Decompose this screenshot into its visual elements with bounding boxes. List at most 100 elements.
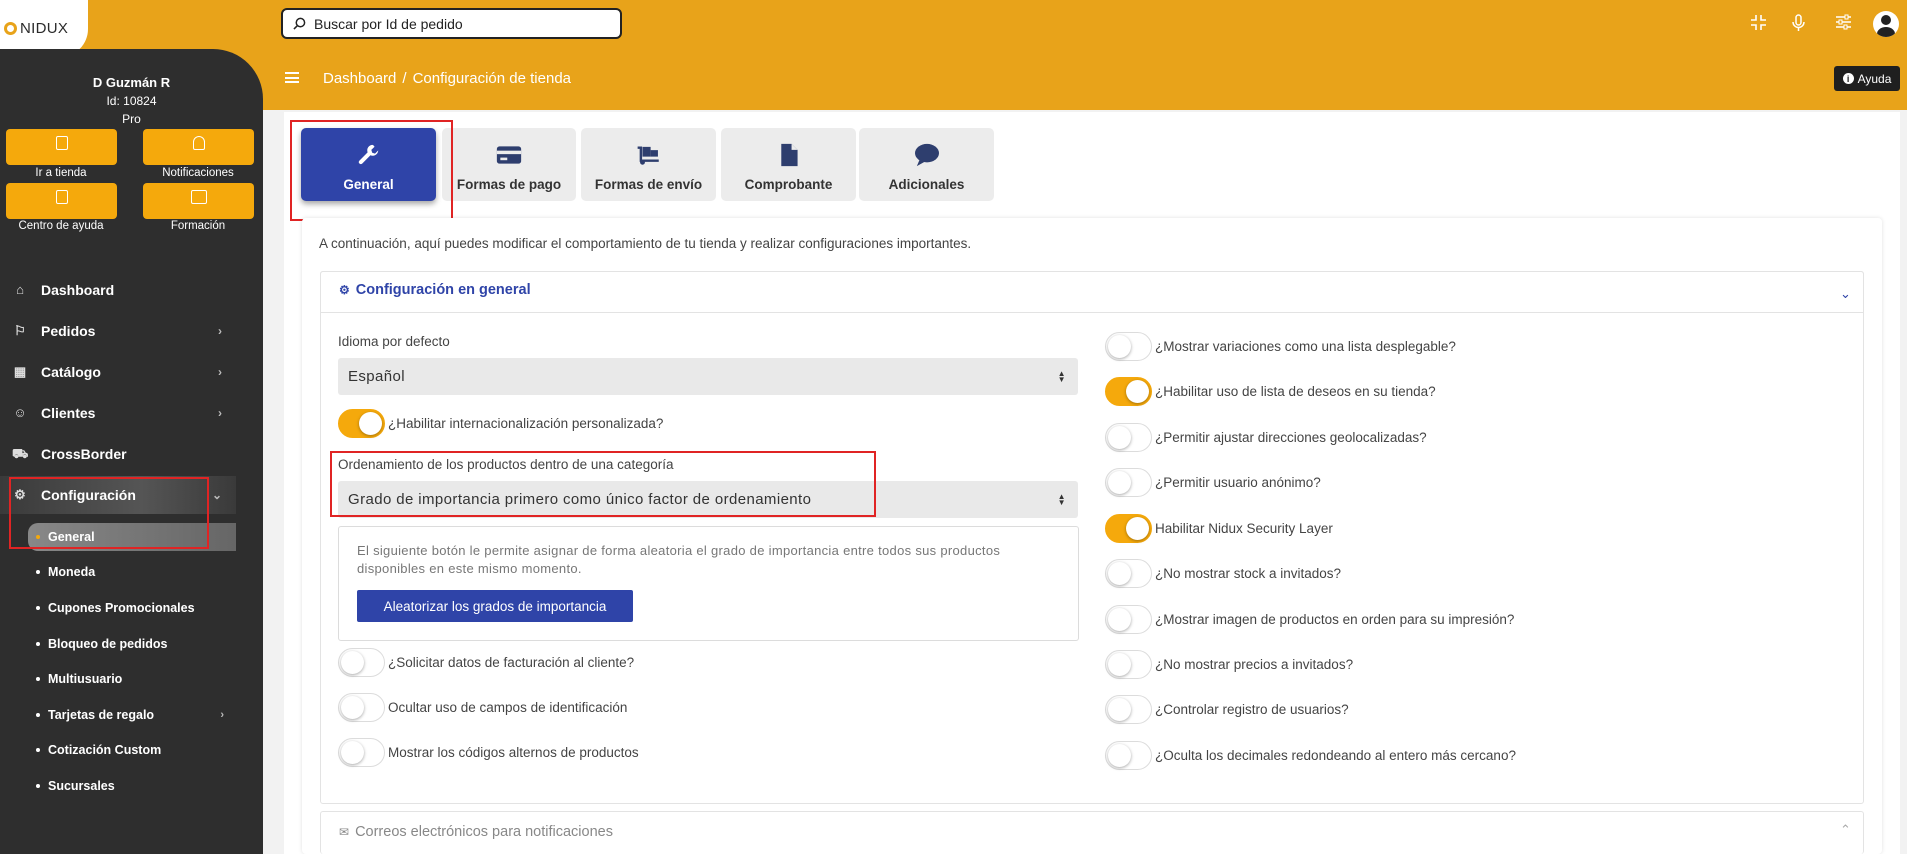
help-center-button[interactable] bbox=[6, 183, 117, 219]
dolly-icon bbox=[637, 146, 659, 165]
logo-text: NIDUX bbox=[20, 20, 69, 37]
toggle-label: ¿Permitir usuario anónimo? bbox=[1155, 475, 1321, 490]
nav-item-pedidos[interactable]: ⚐ Pedidos › bbox=[0, 312, 236, 350]
alt-codes-switch[interactable] bbox=[338, 738, 385, 767]
help-button[interactable]: i Ayuda bbox=[1834, 66, 1900, 91]
tab-formas-de-pago[interactable]: Formas de pago bbox=[442, 128, 576, 201]
id-fields-switch[interactable] bbox=[338, 693, 385, 722]
users-icon: ☺ bbox=[13, 405, 27, 420]
toggle-print-images[interactable]: ¿Mostrar imagen de productos en orden pa… bbox=[1105, 605, 1514, 634]
chevron-right-icon: › bbox=[218, 365, 222, 379]
i18n-switch[interactable] bbox=[338, 409, 385, 438]
user-avatar-icon[interactable] bbox=[1873, 11, 1899, 37]
subnav-item-cupones[interactable]: Cupones Promocionales bbox=[28, 594, 236, 622]
breadcrumb-current: Configuración de tienda bbox=[412, 70, 572, 87]
toggle-geolocation[interactable]: ¿Permitir ajustar direcciones geolocaliz… bbox=[1105, 423, 1427, 452]
subnav-item-moneda[interactable]: Moneda bbox=[28, 558, 236, 586]
notifications-button[interactable] bbox=[143, 129, 254, 165]
toggle-wishlist[interactable]: ¿Habilitar uso de lista de deseos en su … bbox=[1105, 377, 1436, 406]
compress-icon[interactable] bbox=[1750, 14, 1767, 31]
accordion-general-title[interactable]: ⚙ Configuración en general bbox=[339, 282, 531, 298]
subnav-label: Bloqueo de pedidos bbox=[48, 637, 168, 651]
subnav-label: Tarjetas de regalo bbox=[48, 708, 155, 722]
nav-label: Dashboard bbox=[41, 282, 115, 298]
registration-switch[interactable] bbox=[1105, 695, 1152, 724]
nav-label: CrossBorder bbox=[41, 446, 127, 462]
toggle-round-decimals[interactable]: ¿Oculta los decimales redondeando al ent… bbox=[1105, 741, 1516, 770]
toggle-billing-data[interactable]: ¿Solicitar datos de facturación al clien… bbox=[338, 648, 634, 677]
print-images-switch[interactable] bbox=[1105, 605, 1152, 634]
order-search[interactable] bbox=[281, 8, 622, 39]
language-select[interactable]: Español ▲ ▼ bbox=[338, 358, 1078, 395]
toggle-hide-id-fields[interactable]: Ocultar uso de campos de identificación bbox=[338, 693, 627, 722]
accordion-emails-title[interactable]: ✉ Correos electrónicos para notificacion… bbox=[339, 824, 613, 840]
subnav-item-tarjetas[interactable]: Tarjetas de regalo › bbox=[28, 701, 236, 729]
nav-item-clientes[interactable]: ☺ Clientes › bbox=[0, 394, 236, 432]
envelope-icon: ✉ bbox=[339, 825, 350, 839]
toggle-alt-codes[interactable]: Mostrar los códigos alternos de producto… bbox=[338, 738, 639, 767]
accordion-title-text: Configuración en general bbox=[355, 282, 531, 298]
security-switch[interactable] bbox=[1105, 514, 1152, 543]
chevron-down-icon: ⌄ bbox=[211, 488, 222, 502]
wishlist-switch[interactable] bbox=[1105, 377, 1152, 406]
toggle-anonymous-user[interactable]: ¿Permitir usuario anónimo? bbox=[1105, 468, 1321, 497]
subnav-item-sucursales[interactable]: Sucursales bbox=[28, 772, 236, 800]
randomize-button[interactable]: Aleatorizar los grados de importancia bbox=[357, 590, 633, 622]
accordion-general-header[interactable] bbox=[320, 271, 1864, 313]
search-icon bbox=[293, 17, 306, 30]
document-icon bbox=[780, 143, 798, 167]
anonymous-switch[interactable] bbox=[1105, 468, 1152, 497]
sliders-icon[interactable] bbox=[1835, 14, 1852, 30]
go-to-store-button[interactable] bbox=[6, 129, 117, 165]
nav-label: Catálogo bbox=[41, 364, 101, 380]
tab-comprobante[interactable]: Comprobante bbox=[721, 128, 856, 201]
toggle-variations-dropdown[interactable]: ¿Mostrar variaciones como una lista desp… bbox=[1105, 332, 1456, 361]
toggle-label: ¿Habilitar uso de lista de deseos en su … bbox=[1155, 384, 1436, 399]
tab-adicionales[interactable]: Adicionales bbox=[859, 128, 994, 201]
sidebar: D Guzmán R Id: 10824 Pro Ir a tienda Not… bbox=[0, 49, 263, 854]
nav-item-dashboard[interactable]: ⌂ Dashboard bbox=[0, 271, 236, 309]
geolocation-switch[interactable] bbox=[1105, 423, 1152, 452]
toggle-label: Ocultar uso de campos de identificación bbox=[388, 700, 628, 715]
chevron-down-icon[interactable]: ⌄ bbox=[1840, 286, 1851, 302]
decimals-switch[interactable] bbox=[1105, 741, 1152, 770]
toggle-hide-stock[interactable]: ¿No mostrar stock a invitados? bbox=[1105, 559, 1341, 588]
go-to-store-label: Ir a tienda bbox=[35, 167, 87, 179]
accordion-title-text: Correos electrónicos para notificaciones bbox=[355, 824, 613, 840]
subnav-item-bloqueo[interactable]: Bloqueo de pedidos bbox=[28, 630, 236, 658]
toggle-label: ¿No mostrar stock a invitados? bbox=[1155, 566, 1342, 581]
search-input[interactable] bbox=[314, 15, 604, 32]
toggle-label: ¿Mostrar variaciones como una lista desp… bbox=[1155, 339, 1456, 354]
toggle-i18n[interactable]: ¿Habilitar internacionalización personal… bbox=[338, 409, 663, 438]
menu-toggle-icon[interactable] bbox=[285, 72, 299, 83]
training-label: Formación bbox=[170, 220, 226, 232]
stock-switch[interactable] bbox=[1105, 559, 1152, 588]
subnav-label: Multiusuario bbox=[48, 672, 123, 686]
tab-formas-de-envio[interactable]: Formas de envío bbox=[581, 128, 716, 201]
nav-label: Pedidos bbox=[41, 323, 96, 339]
toggle-user-registration[interactable]: ¿Controlar registro de usuarios? bbox=[1105, 695, 1349, 724]
training-button[interactable] bbox=[143, 183, 254, 219]
breadcrumb-dashboard[interactable]: Dashboard bbox=[323, 70, 396, 87]
bell-icon bbox=[192, 136, 205, 150]
breadcrumb: Dashboard / Configuración de tienda bbox=[323, 70, 577, 87]
microphone-icon[interactable] bbox=[1791, 14, 1806, 32]
toggle-hide-prices[interactable]: ¿No mostrar precios a invitados? bbox=[1105, 650, 1353, 679]
subnav-item-multiusuario[interactable]: Multiusuario bbox=[28, 665, 236, 693]
variations-switch[interactable] bbox=[1105, 332, 1152, 361]
user-name: D Guzmán R bbox=[92, 75, 171, 90]
subnav-label: Sucursales bbox=[48, 779, 115, 793]
notifications-label: Notificaciones bbox=[162, 167, 234, 179]
tab-label: Formas de envío bbox=[594, 177, 703, 192]
nav-item-crossborder[interactable]: ⛟ CrossBorder bbox=[0, 435, 236, 473]
billing-switch[interactable] bbox=[338, 648, 385, 677]
tab-label: Adicionales bbox=[888, 177, 965, 192]
prices-switch[interactable] bbox=[1105, 650, 1152, 679]
subnav-item-cotizacion[interactable]: Cotización Custom bbox=[28, 736, 236, 764]
nav-item-catalogo[interactable]: ▦ Catálogo › bbox=[0, 353, 236, 391]
intro-text: A continuación, aquí puedes modificar el… bbox=[319, 236, 972, 251]
toggle-label: ¿Permitir ajustar direcciones geolocaliz… bbox=[1155, 430, 1427, 445]
chevron-up-icon[interactable]: ⌃ bbox=[1840, 822, 1851, 838]
toggle-security-layer[interactable]: Habilitar Nidux Security Layer bbox=[1105, 514, 1333, 543]
tab-label: Formas de pago bbox=[456, 177, 562, 192]
